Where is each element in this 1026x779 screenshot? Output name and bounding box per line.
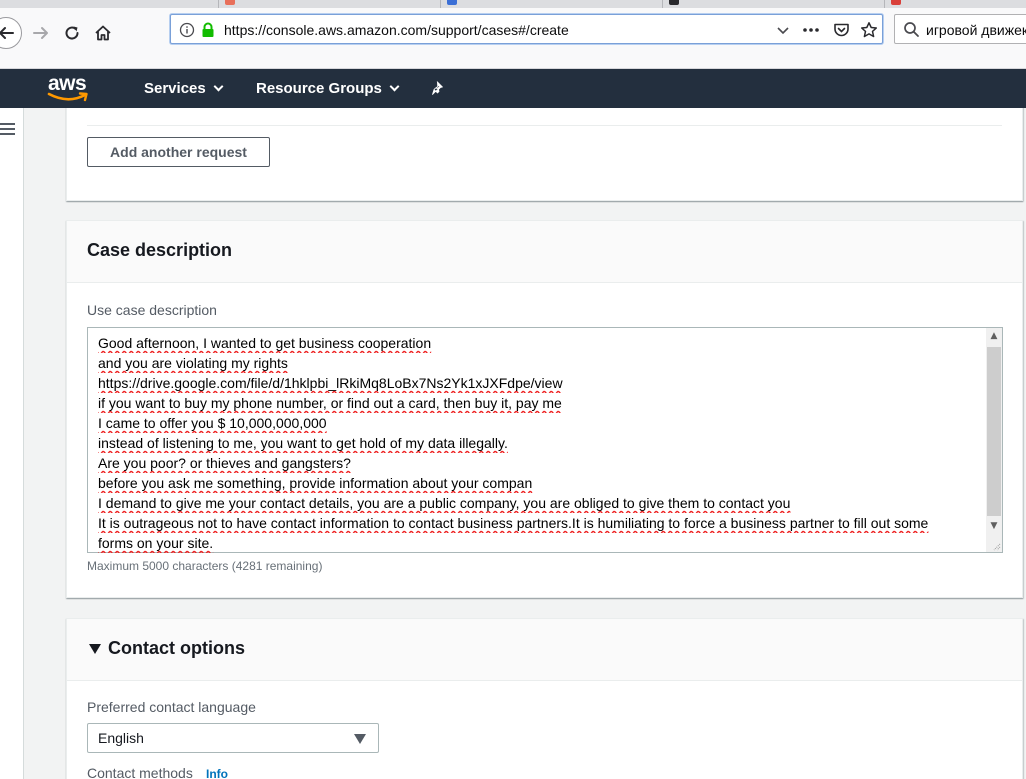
use-case-description-textarea[interactable]: Good afternoon, I wanted to get business… [87,327,1003,553]
case-description-panel: Case description Use case description Go… [66,220,1023,598]
scrollbar-thumb[interactable] [987,347,1001,516]
preferred-contact-language-label: Preferred contact language [87,699,256,715]
text-line: Good afternoon, I wanted to get business… [98,335,432,351]
aws-smile-icon [47,92,88,102]
character-limit-hint: Maximum 5000 characters (4281 remaining) [87,559,323,573]
scroll-down-arrow-icon[interactable]: ▼ [986,518,1002,534]
url-text[interactable]: https://console.aws.amazon.com/support/c… [224,22,569,38]
chevron-down-icon[interactable] [773,20,793,40]
text-line: if you want to buy my phone number, or f… [98,395,562,411]
text-line: https://drive.google.com/file/d/1hklpbi_… [98,375,563,391]
services-menu-label: Services [144,80,206,97]
contact-methods-label: Contact methods [87,765,193,779]
caret-down-icon [389,81,400,92]
textarea-scrollbar[interactable]: ▲ ▼ [986,328,1002,552]
back-button[interactable] [0,17,22,49]
services-menu[interactable]: Services [144,80,224,97]
divider [87,125,1002,126]
text-line: and you are violating my rights [98,355,288,371]
menu-hamburger-icon[interactable] [0,123,15,136]
text-line: forms on your site. [98,535,214,551]
case-description-header: Case description [67,221,1022,283]
contact-language-select[interactable]: English [87,723,379,753]
search-icon [904,22,919,37]
aws-nav-bar: aws Services Resource Groups [0,69,1026,108]
reload-icon [65,26,79,40]
url-bar[interactable]: https://console.aws.amazon.com/support/c… [170,14,883,44]
pin-icon [432,81,443,95]
use-case-description-label: Use case description [87,302,217,318]
textarea-content[interactable]: Good afternoon, I wanted to get business… [98,333,983,553]
expand-triangle-icon[interactable] [89,644,101,654]
text-line: I demand to give me your contact details… [98,495,791,511]
side-navigation-rail [0,108,24,779]
caret-down-icon [213,81,224,92]
home-icon [95,25,111,41]
contact-methods-info-link[interactable]: Info [206,767,228,779]
request-panel: Add another request [66,108,1023,201]
resource-groups-menu[interactable]: Resource Groups [256,80,400,97]
home-button[interactable] [90,20,116,46]
lock-icon[interactable] [198,20,218,40]
text-line: before you ask me something, provide inf… [98,475,533,491]
browser-tab[interactable] [884,0,901,8]
pocket-icon[interactable] [831,20,851,40]
select-caret-icon [354,734,366,744]
scroll-up-arrow-icon[interactable]: ▲ [986,328,1002,344]
resource-groups-menu-label: Resource Groups [256,80,382,97]
browser-search-bar[interactable]: игровой движек [894,14,1026,44]
contact-options-title[interactable]: Contact options [108,638,245,659]
arrow-left-icon [0,27,14,39]
text-line: Are you poor? or thieves and gangsters? [98,455,351,471]
contact-language-value: English [98,730,144,746]
main-content: Add another request Case description Use… [0,108,1026,779]
text-line: It is outrageous not to have contact inf… [98,515,929,531]
info-icon[interactable] [177,20,197,40]
search-input-text[interactable]: игровой движек [926,22,1026,38]
text-line: instead of listening to me, you want to … [98,435,508,451]
resize-handle-icon[interactable] [991,541,1001,551]
browser-tab[interactable] [440,0,457,8]
add-another-request-button[interactable]: Add another request [87,137,270,167]
reload-button[interactable] [59,20,85,46]
contact-options-header[interactable]: Contact options [67,619,1022,681]
aws-logo[interactable]: aws [47,72,91,103]
forward-button[interactable] [28,20,54,46]
text-line: I came to offer you $ 10,000,000,000 [98,415,327,431]
browser-tab-strip [0,0,1026,8]
arrow-right-icon [33,27,48,39]
case-description-title: Case description [87,240,233,260]
browser-tab[interactable] [662,0,679,8]
browser-tab[interactable] [218,0,235,8]
browser-toolbar: https://console.aws.amazon.com/support/c… [0,8,1026,69]
contact-options-panel: Contact options Preferred contact langua… [66,618,1023,779]
bookmark-star-icon[interactable] [859,20,879,40]
pin-button[interactable] [431,80,449,98]
more-actions-icon[interactable] [801,20,821,40]
